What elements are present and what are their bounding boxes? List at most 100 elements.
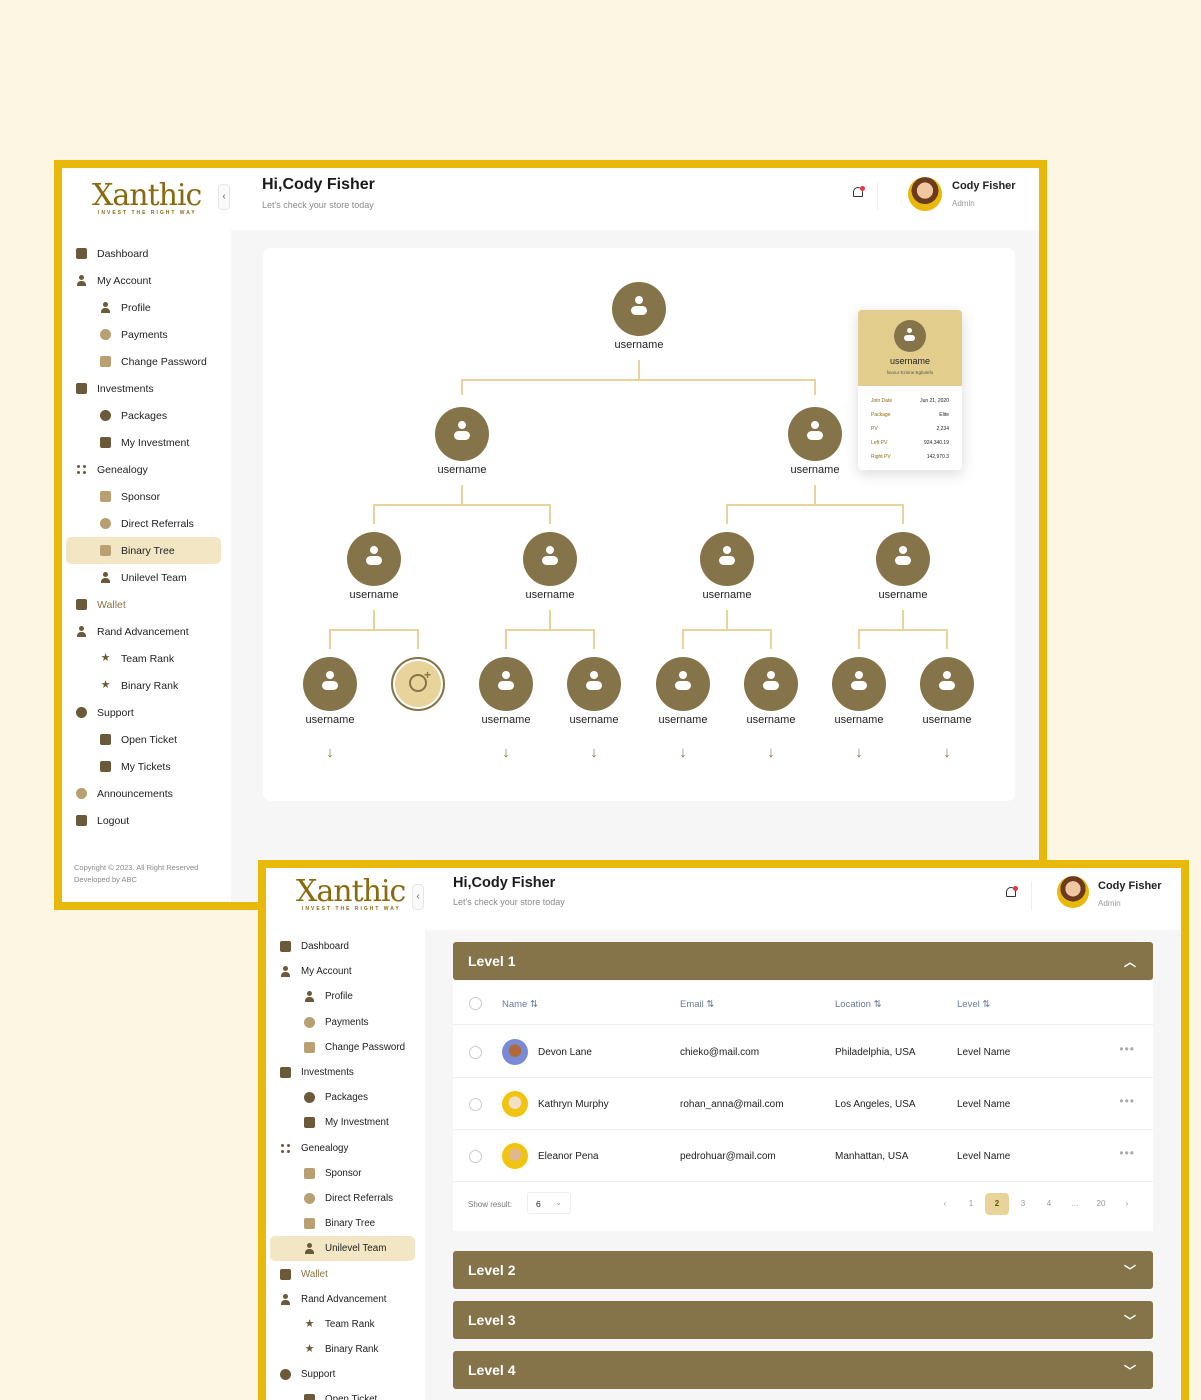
table-row[interactable]: Eleanor Pena pedrohuar@mail.com Manhatta…: [453, 1130, 1153, 1182]
sidebar-item-binary-tree[interactable]: Binary Tree: [270, 1211, 415, 1236]
sidebar-item-unilevel-team[interactable]: Unilevel Team: [66, 564, 221, 591]
sidebar-item-packages[interactable]: Packages: [66, 402, 221, 429]
level-1-accordion-header[interactable]: Level 1 ︿: [453, 942, 1153, 980]
sidebar-item-binary-rank[interactable]: ★ Binary Rank: [66, 672, 221, 699]
column-name[interactable]: Name ⇅: [502, 999, 538, 1010]
column-level[interactable]: Level ⇅: [957, 999, 990, 1010]
sidebar-item-binary-rank[interactable]: ★ Binary Rank: [270, 1337, 415, 1362]
sidebar-item-packages[interactable]: Packages: [270, 1085, 415, 1110]
row-select-radio[interactable]: [469, 1150, 482, 1163]
tree-node-root[interactable]: [612, 282, 666, 336]
sidebar-item-team-rank[interactable]: ★ Team Rank: [270, 1312, 415, 1337]
page-button[interactable]: 20: [1089, 1193, 1113, 1215]
level-3-accordion-header[interactable]: Level 3 ﹀: [453, 1301, 1153, 1339]
tree-node[interactable]: [523, 532, 577, 586]
sidebar-item-my-investment[interactable]: My Investment: [66, 429, 221, 456]
bell-icon[interactable]: [851, 185, 865, 201]
sidebar-item-wallet[interactable]: Wallet: [270, 1261, 415, 1286]
sidebar-item-logout[interactable]: Logout: [66, 807, 221, 834]
more-options-icon[interactable]: •••: [1119, 1146, 1135, 1160]
tree-node[interactable]: [700, 532, 754, 586]
tree-node[interactable]: [567, 657, 621, 711]
sidebar-item-unilevel-team[interactable]: Unilevel Team: [270, 1236, 415, 1262]
sidebar-item-open-ticket[interactable]: Open Ticket: [270, 1387, 415, 1400]
collapse-sidebar-button[interactable]: ‹: [218, 184, 230, 210]
tree-node-left[interactable]: [435, 407, 489, 461]
sidebar-item-dashboard[interactable]: Dashboard: [66, 240, 221, 267]
show-result-label: Show result:: [468, 1200, 513, 1209]
sidebar-item-genealogy[interactable]: Genealogy: [270, 1136, 415, 1161]
sidebar-item-my-investment[interactable]: My Investment: [270, 1110, 415, 1135]
package-icon: [304, 1092, 315, 1104]
tree-node[interactable]: [920, 657, 974, 711]
tree-node[interactable]: [656, 657, 710, 711]
prev-page-button[interactable]: ‹: [933, 1193, 957, 1215]
sidebar-item-support[interactable]: Support: [270, 1362, 415, 1387]
sidebar-item-investments[interactable]: Investments: [270, 1060, 415, 1085]
arrow-down-icon[interactable]: ↓: [676, 744, 690, 761]
sidebar-item-rand-advancement[interactable]: Rand Advancement: [270, 1287, 415, 1312]
sidebar-item-dashboard[interactable]: Dashboard: [270, 934, 415, 959]
sidebar-item-payments[interactable]: Payments: [66, 321, 221, 348]
sidebar-item-sponsor[interactable]: Sponsor: [66, 483, 221, 510]
arrow-down-icon[interactable]: ↓: [499, 744, 513, 761]
page-button[interactable]: 4: [1037, 1193, 1061, 1215]
sidebar-item-direct-referrals[interactable]: Direct Referrals: [66, 510, 221, 537]
sidebar-item-announcements[interactable]: Announcements: [66, 780, 221, 807]
arrow-down-icon[interactable]: ↓: [587, 744, 601, 761]
arrow-down-icon[interactable]: ↓: [323, 744, 337, 761]
sidebar-item-direct-referrals[interactable]: Direct Referrals: [270, 1186, 415, 1211]
next-page-button[interactable]: ›: [1115, 1193, 1139, 1215]
sidebar-item-profile[interactable]: Profile: [270, 984, 415, 1009]
sidebar-item-payments[interactable]: Payments: [270, 1010, 415, 1035]
sidebar-item-binary-tree[interactable]: Binary Tree: [66, 537, 221, 564]
sidebar-item-my-account[interactable]: My Account: [270, 959, 415, 984]
sidebar-item-rand-advancement[interactable]: Rand Advancement: [66, 618, 221, 645]
tree-node[interactable]: [744, 657, 798, 711]
sidebar-item-genealogy[interactable]: Genealogy: [66, 456, 221, 483]
sidebar-item-team-rank[interactable]: ★ Team Rank: [66, 645, 221, 672]
collapse-sidebar-button[interactable]: ‹: [412, 884, 424, 910]
page-button-current[interactable]: 2: [985, 1193, 1009, 1215]
tree-node[interactable]: [347, 532, 401, 586]
more-options-icon[interactable]: •••: [1119, 1094, 1135, 1108]
select-all-radio[interactable]: [469, 997, 482, 1010]
tree-node[interactable]: [876, 532, 930, 586]
table-row[interactable]: Devon Lane chieko@mail.com Philadelphia,…: [453, 1026, 1153, 1078]
sidebar-item-support[interactable]: Support: [66, 699, 221, 726]
page-size-select[interactable]: 6 ⌄: [527, 1192, 571, 1214]
sidebar-item-my-account[interactable]: My Account: [66, 267, 221, 294]
column-email[interactable]: Email ⇅: [680, 999, 714, 1010]
sidebar-item-investments[interactable]: Investments: [66, 375, 221, 402]
avatar[interactable]: [1057, 876, 1089, 908]
sidebar-item-label: My Account: [301, 966, 352, 978]
tree-node[interactable]: [479, 657, 533, 711]
sidebar-item-wallet[interactable]: Wallet: [66, 591, 221, 618]
column-location[interactable]: Location ⇅: [835, 999, 882, 1010]
level-2-accordion-header[interactable]: Level 2 ﹀: [453, 1251, 1153, 1289]
sidebar-item-my-tickets[interactable]: My Tickets: [66, 753, 221, 780]
tree-node[interactable]: [832, 657, 886, 711]
arrow-down-icon[interactable]: ↓: [940, 744, 954, 761]
tree-node-right[interactable]: [788, 407, 842, 461]
page-button[interactable]: 3: [1011, 1193, 1035, 1215]
sidebar-item-profile[interactable]: Profile: [66, 294, 221, 321]
sidebar-item-change-password[interactable]: Change Password: [66, 348, 221, 375]
arrow-down-icon[interactable]: ↓: [764, 744, 778, 761]
row-select-radio[interactable]: [469, 1098, 482, 1111]
row-select-radio[interactable]: [469, 1046, 482, 1059]
wallet-icon: [280, 1268, 291, 1280]
table-row[interactable]: Kathryn Murphy rohan_anna@mail.com Los A…: [453, 1078, 1153, 1130]
coin-icon: [100, 329, 111, 340]
add-member-node[interactable]: [391, 657, 445, 711]
tree-node[interactable]: [303, 657, 357, 711]
more-options-icon[interactable]: •••: [1119, 1042, 1135, 1056]
bell-icon[interactable]: [1004, 885, 1018, 901]
level-4-accordion-header[interactable]: Level 4 ﹀: [453, 1351, 1153, 1389]
arrow-down-icon[interactable]: ↓: [852, 744, 866, 761]
sidebar-item-change-password[interactable]: Change Password: [270, 1035, 415, 1060]
sidebar-item-sponsor[interactable]: Sponsor: [270, 1161, 415, 1186]
sidebar-item-open-ticket[interactable]: Open Ticket: [66, 726, 221, 753]
avatar[interactable]: [908, 177, 942, 211]
page-button[interactable]: 1: [959, 1193, 983, 1215]
